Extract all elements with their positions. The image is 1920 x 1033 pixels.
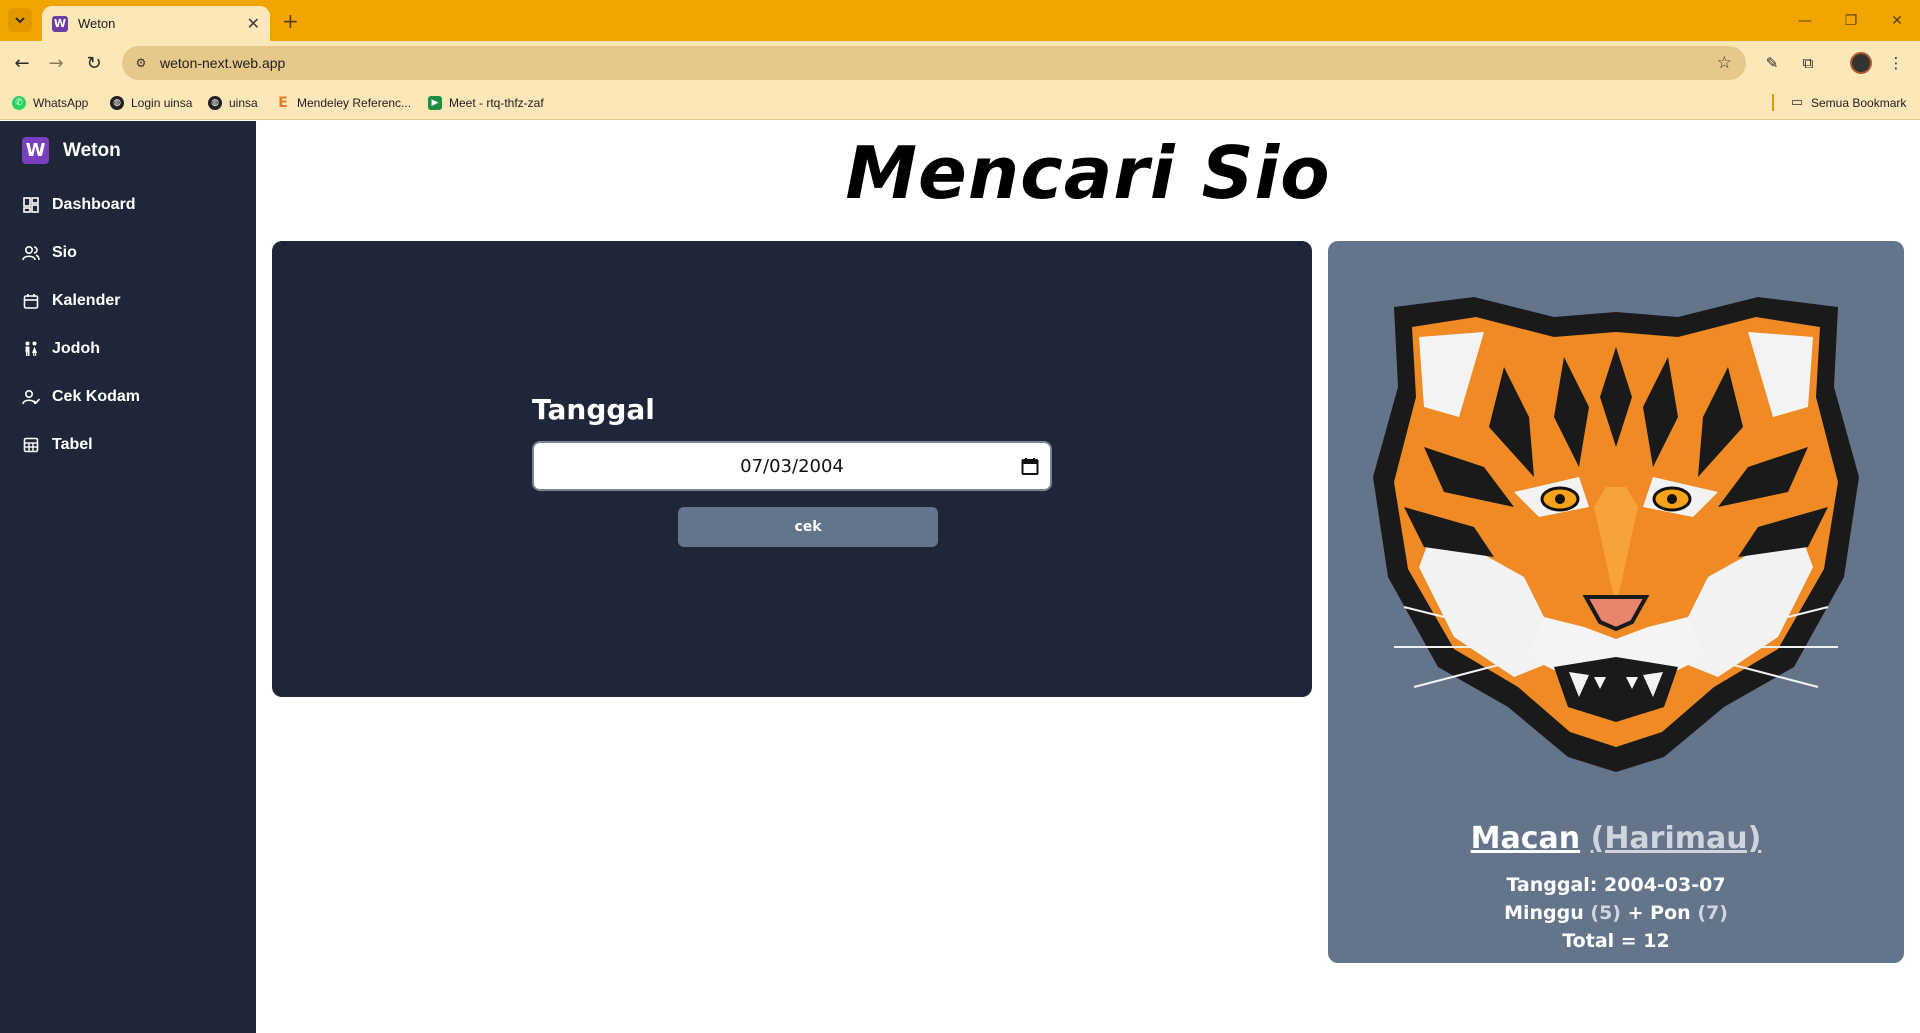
form-card: Tanggal 07/03/2004 cek (272, 241, 1312, 697)
tiger-illustration (1373, 297, 1859, 772)
result-date-line: Tanggal: 2004-03-07 (1328, 874, 1904, 896)
weton-favicon-icon: W (52, 15, 68, 32)
bookmark-meet[interactable]: ▶ Meet - rtq-thfz-zaf (428, 85, 544, 120)
sidebar-item-label: Kalender (52, 292, 121, 309)
date-input[interactable]: 07/03/2004 (532, 441, 1052, 491)
sidebar: W Weton Dashboard Sio Kalender Jodoh Cek… (0, 121, 256, 1033)
minimize-icon[interactable]: — (1782, 0, 1828, 41)
forward-arrow-icon[interactable]: → (44, 51, 68, 75)
bookmark-label: WhatsApp (33, 95, 89, 110)
sidebar-item-jodoh[interactable]: Jodoh (22, 335, 100, 363)
bookmark-label: Meet - rtq-thfz-zaf (449, 95, 544, 110)
brand-name: Weton (63, 139, 121, 161)
bookmark-mendeley[interactable]: E Mendeley Referenc... (276, 85, 411, 120)
result-date-label: Tanggal: (1506, 874, 1598, 896)
couple-icon (22, 340, 40, 358)
bookmark-label: Mendeley Referenc... (297, 95, 412, 110)
new-tab-button[interactable]: + (282, 9, 299, 33)
profile-avatar[interactable] (1850, 52, 1872, 74)
bookmark-login-uinsa[interactable]: ◍ Login uinsa (110, 85, 192, 120)
browser-tabbar: W Weton ✕ + — ❐ ✕ (0, 0, 1920, 41)
sio-name: Macan (1470, 821, 1581, 856)
tab-title: Weton (78, 16, 116, 31)
sidebar-item-label: Jodoh (52, 340, 100, 357)
extensions-icon[interactable]: ⧉ (1796, 51, 1820, 75)
user-check-icon (22, 388, 40, 406)
result-pasaran-value: (7) (1697, 902, 1728, 924)
sidebar-item-label: Tabel (52, 436, 93, 453)
meet-icon: ▶ (428, 95, 442, 110)
result-card: Macan (Harimau) Tanggal: 2004-03-07 Ming… (1328, 241, 1904, 963)
bookmark-uinsa[interactable]: ◍ uinsa (208, 85, 258, 120)
sidebar-item-cek-kodam[interactable]: Cek Kodam (22, 383, 140, 411)
all-bookmarks-folder[interactable]: ▭ Semua Bookmark (1790, 85, 1907, 120)
bookmark-label: uinsa (229, 95, 258, 110)
result-pasaran: Pon (1650, 902, 1691, 924)
result-weton-line: Minggu (5) + Pon (7) (1328, 902, 1904, 924)
bookmark-star-icon[interactable]: ☆ (1717, 53, 1732, 73)
bookmark-label: Login uinsa (131, 95, 193, 110)
page-title: Mencari Sio (845, 131, 1331, 215)
result-date-value: 2004-03-07 (1604, 874, 1726, 896)
sio-result-title: Macan (Harimau) (1328, 821, 1904, 856)
dashboard-icon (22, 196, 40, 214)
browser-tab[interactable]: W Weton ✕ (42, 6, 270, 41)
back-arrow-icon[interactable]: ← (10, 51, 34, 75)
bookmarks-separator (1772, 94, 1774, 111)
sidebar-item-label: Cek Kodam (52, 388, 141, 405)
chevron-down-icon (15, 17, 25, 24)
menu-dots-icon[interactable]: ⋮ (1884, 51, 1908, 75)
restore-icon[interactable]: ❐ (1828, 0, 1874, 41)
reload-icon[interactable]: ↻ (82, 51, 106, 75)
sidebar-item-sio[interactable]: Sio (22, 239, 77, 267)
tab-search-button[interactable] (8, 8, 32, 32)
all-bookmarks-label: Semua Bookmark (1811, 95, 1907, 110)
brand[interactable]: W Weton (22, 137, 121, 164)
bookmark-whatsapp[interactable]: ✆ WhatsApp (12, 85, 88, 120)
result-day-value: (5) (1590, 902, 1621, 924)
window-close-icon[interactable]: ✕ (1874, 0, 1920, 41)
close-icon[interactable]: ✕ (247, 14, 260, 33)
site-info-icon[interactable]: ⚙ (130, 52, 152, 74)
sidebar-item-tabel[interactable]: Tabel (22, 431, 93, 459)
main-content: Mencari Sio Tanggal 07/03/2004 cek Macan… (256, 121, 1920, 1033)
sidebar-item-label: Sio (52, 244, 77, 261)
pen-icon[interactable]: ✎ (1760, 51, 1784, 75)
bookmarks-bar: ✆ WhatsApp ◍ Login uinsa ◍ uinsa E Mende… (0, 85, 1920, 120)
cek-button[interactable]: cek (678, 507, 938, 547)
window-controls: — ❐ ✕ (1782, 0, 1920, 41)
users-icon (22, 244, 40, 262)
plus-sign: + (1627, 902, 1644, 924)
sio-translation: (Harimau) (1590, 821, 1762, 856)
table-icon (22, 436, 40, 454)
whatsapp-icon: ✆ (12, 95, 26, 110)
sidebar-item-label: Dashboard (52, 196, 136, 213)
calendar-picker-icon[interactable] (1020, 456, 1040, 476)
result-day: Minggu (1504, 902, 1584, 924)
browser-toolbar: ← → ↻ ⚙ weton-next.web.app ☆ ✎ ⧉ ⋮ (0, 41, 1920, 85)
result-total: Total = 12 (1562, 930, 1670, 952)
folder-icon: ▭ (1790, 95, 1804, 110)
calendar-icon (22, 292, 40, 310)
weton-logo-icon: W (22, 137, 49, 164)
address-bar[interactable]: ⚙ weton-next.web.app ☆ (122, 46, 1746, 80)
globe-icon: ◍ (208, 95, 222, 110)
date-label: Tanggal (532, 393, 655, 426)
sidebar-item-kalender[interactable]: Kalender (22, 287, 120, 315)
date-value: 07/03/2004 (740, 455, 844, 477)
globe-icon: ◍ (110, 95, 124, 110)
sidebar-item-dashboard[interactable]: Dashboard (22, 191, 136, 219)
mendeley-icon: E (278, 94, 288, 111)
url-text[interactable]: weton-next.web.app (160, 55, 1717, 71)
